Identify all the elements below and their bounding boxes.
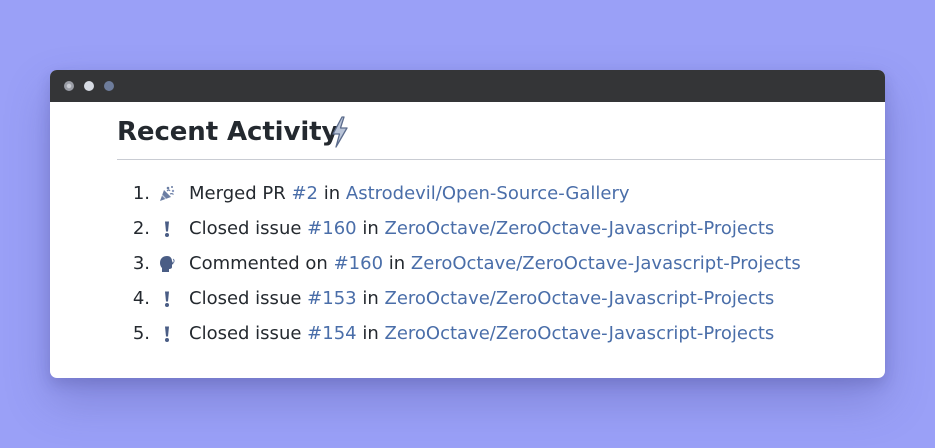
activity-action: Closed issue [189, 218, 302, 239]
page-title: Recent Activity [117, 117, 339, 147]
item-number: 1. [132, 183, 150, 204]
window-titlebar [50, 70, 885, 102]
activity-action: Merged PR [189, 183, 286, 204]
activity-preposition: in [362, 218, 379, 239]
activity-preposition: in [362, 288, 379, 309]
issue-link[interactable]: #154 [307, 323, 356, 344]
repo-link[interactable]: ZeroOctave/ZeroOctave-Javascript-Project… [385, 288, 775, 309]
section-heading: Recent Activity [117, 114, 885, 160]
pr-link[interactable]: #2 [291, 183, 318, 204]
activity-text: Closed issue #154 in ZeroOctave/ZeroOcta… [189, 322, 774, 346]
activity-action: Closed issue [189, 323, 302, 344]
repo-link[interactable]: ZeroOctave/ZeroOctave-Javascript-Project… [385, 218, 775, 239]
activity-text: Closed issue #160 in ZeroOctave/ZeroOcta… [189, 217, 774, 241]
window-control-dot[interactable] [84, 81, 94, 91]
repo-link[interactable]: Astrodevil/Open-Source-Gallery [346, 183, 630, 204]
issue-link[interactable]: #153 [307, 288, 356, 309]
exclamation-icon [165, 291, 169, 307]
activity-preposition: in [388, 253, 406, 274]
item-number: 4. [132, 288, 150, 309]
window-control-dot[interactable] [104, 81, 114, 91]
exclamation-icon [165, 326, 169, 342]
activity-preposition: in [323, 183, 341, 204]
activity-text: Commented on #160 in ZeroOctave/ZeroOcta… [189, 252, 801, 276]
speaking-head-icon [160, 256, 175, 272]
activity-action: Commented on [189, 253, 328, 274]
item-number: 3. [132, 253, 150, 274]
activity-preposition: in [362, 323, 379, 344]
issue-link[interactable]: #160 [307, 218, 356, 239]
item-number: 5. [132, 323, 150, 344]
window-control-dot[interactable] [64, 81, 74, 91]
repo-link[interactable]: ZeroOctave/ZeroOctave-Javascript-Project… [385, 323, 775, 344]
activity-text: Merged PR #2 in Astrodevil/Open-Source-G… [189, 182, 630, 206]
party-popper-icon [160, 186, 175, 201]
issue-link[interactable]: #160 [334, 253, 383, 274]
activity-card: Recent Activity 1. Merged PR #2 in Astro… [50, 70, 885, 378]
repo-link[interactable]: ZeroOctave/ZeroOctave-Javascript-Project… [411, 253, 801, 274]
lightning-bolt-icon [332, 116, 348, 148]
activity-action: Closed issue [189, 288, 302, 309]
activity-text: Closed issue #153 in ZeroOctave/ZeroOcta… [189, 287, 774, 311]
exclamation-icon [165, 221, 169, 237]
item-number: 2. [132, 218, 150, 239]
